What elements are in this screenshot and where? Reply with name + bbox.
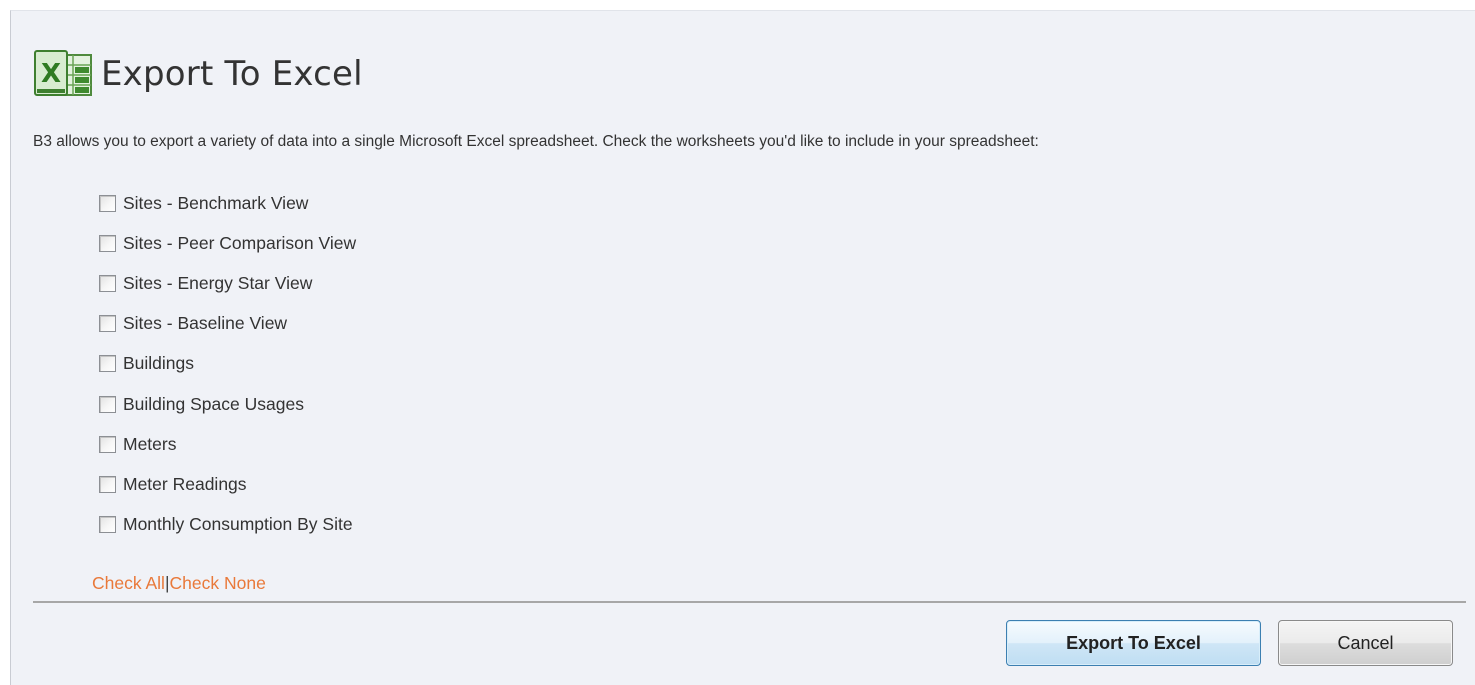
option-label[interactable]: Sites - Energy Star View <box>123 273 312 294</box>
option-monthly-consumption-by-site[interactable]: Monthly Consumption By Site <box>99 505 356 545</box>
option-label[interactable]: Building Space Usages <box>123 394 304 415</box>
dialog-description: B3 allows you to export a variety of dat… <box>33 133 1039 150</box>
excel-icon: X <box>34 50 92 96</box>
option-label[interactable]: Meter Readings <box>123 474 247 495</box>
dialog-header: X Export To Excel <box>33 49 363 99</box>
option-sites-benchmark-view[interactable]: Sites - Benchmark View <box>99 183 356 223</box>
option-meter-readings[interactable]: Meter Readings <box>99 464 356 504</box>
selection-links: Check All|Check None <box>92 573 266 594</box>
export-dialog: X Export To Excel B3 allows you to expor… <box>10 10 1475 685</box>
checkbox[interactable] <box>99 516 116 534</box>
option-meters[interactable]: Meters <box>99 424 356 464</box>
option-label[interactable]: Monthly Consumption By Site <box>123 514 353 535</box>
checkbox[interactable] <box>99 234 116 252</box>
option-label[interactable]: Sites - Peer Comparison View <box>123 233 356 254</box>
dialog-title: Export To Excel <box>101 54 363 94</box>
option-label[interactable]: Sites - Benchmark View <box>123 193 308 214</box>
option-sites-energy-star-view[interactable]: Sites - Energy Star View <box>99 263 356 303</box>
excel-icon-letter: X <box>41 59 61 89</box>
check-none-link[interactable]: Check None <box>170 573 266 593</box>
worksheet-options: Sites - Benchmark View Sites - Peer Comp… <box>99 183 356 545</box>
checkbox[interactable] <box>99 194 116 212</box>
checkbox[interactable] <box>99 475 116 493</box>
cancel-button[interactable]: Cancel <box>1278 620 1453 666</box>
checkbox[interactable] <box>99 395 116 413</box>
option-label[interactable]: Sites - Baseline View <box>123 313 287 334</box>
option-label[interactable]: Buildings <box>123 353 194 374</box>
checkbox[interactable] <box>99 274 116 292</box>
footer-divider <box>33 601 1466 603</box>
option-buildings[interactable]: Buildings <box>99 344 356 384</box>
check-all-link[interactable]: Check All <box>92 573 165 593</box>
checkbox[interactable] <box>99 435 116 453</box>
checkbox[interactable] <box>99 355 116 373</box>
option-label[interactable]: Meters <box>123 434 176 455</box>
checkbox[interactable] <box>99 315 116 333</box>
option-sites-peer-comparison-view[interactable]: Sites - Peer Comparison View <box>99 223 356 263</box>
option-sites-baseline-view[interactable]: Sites - Baseline View <box>99 304 356 344</box>
export-to-excel-button[interactable]: Export To Excel <box>1006 620 1261 666</box>
option-building-space-usages[interactable]: Building Space Usages <box>99 384 356 424</box>
